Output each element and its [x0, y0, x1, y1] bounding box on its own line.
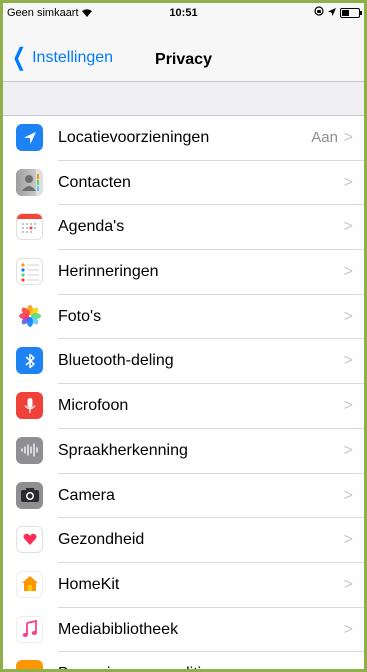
photos-icon	[16, 302, 43, 330]
chevron-right-icon: >	[343, 218, 353, 236]
bluetooth-icon	[16, 347, 43, 375]
chevron-right-icon: >	[343, 486, 353, 504]
chevron-right-icon: >	[343, 352, 353, 370]
row-speech-recognition[interactable]: Spraakherkenning >	[3, 428, 364, 474]
calendar-icon	[16, 213, 43, 241]
back-button-label: Instellingen	[32, 49, 114, 66]
row-label: Bluetooth-deling	[58, 352, 174, 370]
row-label: HomeKit	[58, 575, 120, 593]
row-label: Beweging en conditie	[58, 652, 210, 669]
row-label: Locatievoorzieningen	[58, 129, 210, 146]
motion-fitness-icon	[16, 660, 43, 669]
row-value: Aan	[311, 129, 338, 146]
chevron-right-icon: >	[344, 652, 353, 669]
row-label: Agenda's	[58, 218, 125, 236]
row-calendars[interactable]: Agenda's >	[3, 205, 364, 251]
row-bluetooth-sharing[interactable]: Bluetooth-deling >	[3, 339, 364, 385]
camera-icon	[16, 481, 43, 509]
reminders-icon	[16, 258, 43, 286]
music-note-icon	[16, 615, 43, 643]
status-icons	[314, 6, 362, 19]
homekit-icon	[16, 570, 43, 598]
chevron-right-icon: >	[343, 620, 353, 638]
row-media-library[interactable]: Mediabibliotheek >	[3, 607, 364, 653]
chevron-right-icon: >	[343, 263, 353, 281]
location-arrow-icon	[16, 124, 43, 151]
chevron-left-icon: ❮	[12, 44, 27, 71]
row-label: Herinneringen	[58, 263, 159, 281]
status-bar: Geen simkaart 10:51	[3, 3, 364, 23]
battery-icon	[340, 7, 362, 18]
row-microphone[interactable]: Microfoon >	[3, 384, 364, 429]
health-heart-icon	[16, 526, 43, 554]
location-icon	[328, 7, 336, 19]
microphone-icon	[16, 392, 43, 420]
row-health[interactable]: Gezondheid >	[3, 518, 364, 563]
chevron-right-icon: >	[343, 531, 353, 549]
row-camera[interactable]: Camera >	[3, 473, 364, 519]
privacy-settings-list: Locatievoorzieningen Aan > Contacten > A…	[3, 115, 364, 669]
row-motion-fitness[interactable]: Beweging en conditie >	[3, 652, 364, 669]
chevron-right-icon: >	[343, 575, 353, 593]
row-location-services[interactable]: Locatievoorzieningen Aan >	[3, 116, 364, 161]
chevron-right-icon: >	[343, 307, 353, 325]
clock: 10:51	[169, 7, 198, 19]
chevron-right-icon: >	[343, 397, 353, 415]
row-label: Foto's	[58, 307, 102, 325]
row-label: Mediabibliotheek	[58, 620, 179, 638]
row-reminders[interactable]: Herinneringen >	[3, 250, 364, 295]
row-label: Gezondheid	[58, 531, 145, 549]
row-homekit[interactable]: HomeKit >	[3, 562, 364, 608]
row-label: Camera	[58, 486, 115, 504]
row-contacts[interactable]: Contacten >	[3, 160, 364, 206]
chevron-right-icon: >	[343, 129, 353, 146]
row-photos[interactable]: Foto's >	[3, 294, 364, 340]
screen: Geen simkaart 10:51 ❮ Instellingen Priva…	[3, 3, 364, 669]
speech-recognition-icon	[16, 436, 43, 464]
navigation-bar: ❮ Instellingen Privacy	[3, 23, 364, 82]
back-button[interactable]: ❮ Instellingen	[9, 44, 114, 71]
rotation-lock-icon	[314, 6, 324, 19]
row-label: Contacten	[58, 173, 131, 191]
row-label: Spraakherkenning	[58, 441, 188, 459]
chevron-right-icon: >	[343, 441, 353, 459]
row-label: Microfoon	[58, 397, 129, 415]
chevron-right-icon: >	[343, 173, 353, 191]
contacts-icon	[16, 168, 43, 196]
